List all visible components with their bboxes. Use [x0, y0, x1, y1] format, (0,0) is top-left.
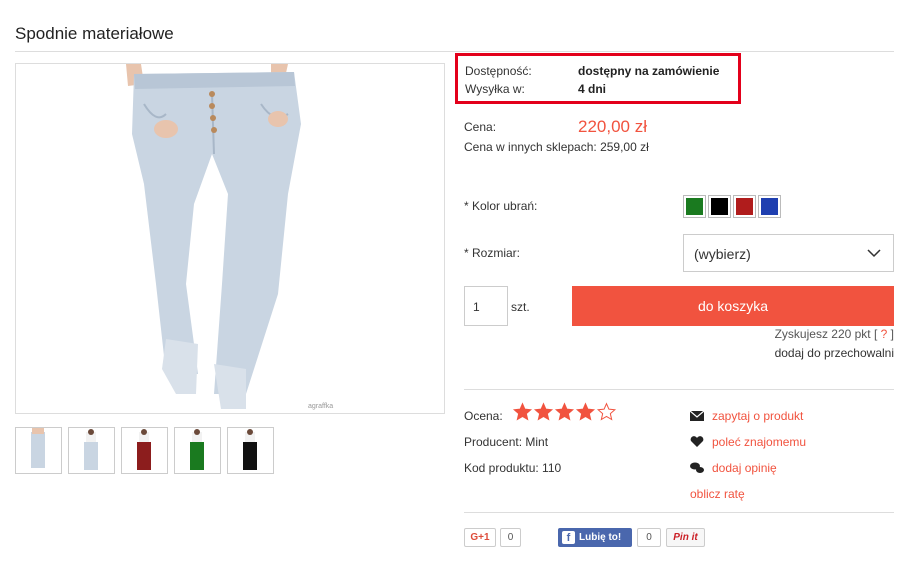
add-review-link[interactable]: dodaj opinię: [690, 461, 777, 475]
star-filled-icon: [512, 402, 533, 421]
facebook-icon: f: [562, 531, 575, 544]
star-filled-icon: [533, 402, 554, 421]
shipping-value: 4 dni: [578, 82, 607, 96]
shipping-label: Wysyłka w:: [465, 82, 525, 96]
divider: [464, 512, 894, 513]
size-select-value: (wybierz): [694, 246, 751, 262]
image-watermark: agraffka: [308, 403, 333, 410]
points-text: Zyskujesz 220 pkt [: [774, 327, 881, 341]
thumbnail-strip: [15, 427, 274, 474]
envelope-icon: [690, 410, 704, 421]
chat-bubbles-icon: [690, 462, 704, 473]
price-value: 220,00 zł: [578, 117, 647, 136]
points-bracket: ]: [887, 327, 894, 341]
availability-label: Dostępność:: [465, 64, 532, 78]
product-code: Kod produktu: 110: [464, 461, 562, 475]
ask-about-product-link[interactable]: zapytaj o produkt: [690, 409, 803, 423]
chevron-down-icon: [867, 249, 881, 258]
ask-about-product-label: zapytaj o produkt: [712, 409, 804, 423]
other-shops-price: Cena w innych sklepach: 259,00 zł: [464, 140, 649, 154]
star-empty-icon: [596, 402, 617, 421]
price-label: Cena:: [464, 120, 497, 134]
facebook-like-label: Lubię to!: [579, 532, 622, 543]
quantity-input[interactable]: 1: [464, 286, 508, 326]
availability-value: dostępny na zamówienie: [578, 64, 720, 78]
size-select[interactable]: (wybierz): [683, 234, 894, 272]
rating-label: Ocena:: [464, 409, 503, 423]
product-photo: agraffka: [16, 64, 444, 413]
color-label: * Kolor ubrań:: [464, 199, 538, 213]
facebook-like-button[interactable]: f Lubię to!: [558, 528, 632, 547]
pinterest-button[interactable]: Pin it: [666, 528, 705, 547]
thumbnail-3[interactable]: [121, 427, 168, 474]
add-to-cart-button[interactable]: do koszyka: [572, 286, 894, 326]
thumbnail-4[interactable]: [174, 427, 221, 474]
star-filled-icon: [575, 402, 596, 421]
recommend-to-friend-label: poleć znajomemu: [712, 435, 807, 449]
quantity-unit: szt.: [511, 300, 530, 314]
thumbnail-2[interactable]: [68, 427, 115, 474]
product-title: Spodnie materiałowe: [15, 24, 174, 43]
divider: [15, 51, 894, 52]
color-swatch-blue[interactable]: [758, 195, 781, 218]
color-swatch-green[interactable]: [683, 195, 706, 218]
availability-box: Dostępność: dostępny na zamówienie Wysył…: [455, 53, 741, 104]
thumbnail-5[interactable]: [227, 427, 274, 474]
divider: [464, 389, 894, 390]
google-plus-count: 0: [500, 528, 521, 547]
calculate-installment-label: oblicz ratę: [690, 487, 745, 501]
recommend-to-friend-link[interactable]: poleć znajomemu: [690, 435, 806, 449]
color-swatch-red[interactable]: [733, 195, 756, 218]
facebook-like-count: 0: [637, 528, 661, 547]
thumbnail-1[interactable]: [15, 427, 62, 474]
star-filled-icon: [554, 402, 575, 421]
producer: Producent: Mint: [464, 435, 549, 449]
loyalty-points: Zyskujesz 220 pkt [ ? ]: [775, 327, 894, 341]
calculate-installment-link[interactable]: oblicz ratę: [690, 487, 745, 501]
size-label: * Rozmiar:: [464, 246, 521, 260]
product-main-image[interactable]: agraffka: [15, 63, 445, 414]
add-to-storage-link[interactable]: dodaj do przechowalni: [775, 346, 894, 360]
shipping-row: Wysyłka w: 4 dni: [465, 82, 606, 96]
google-plus-button[interactable]: G+1: [464, 528, 496, 547]
color-swatch-black[interactable]: [708, 195, 731, 218]
rating-stars[interactable]: [512, 402, 617, 422]
color-swatches: [683, 195, 781, 218]
heart-icon: [690, 436, 704, 447]
availability-row: Dostępność: dostępny na zamówienie: [465, 64, 719, 78]
